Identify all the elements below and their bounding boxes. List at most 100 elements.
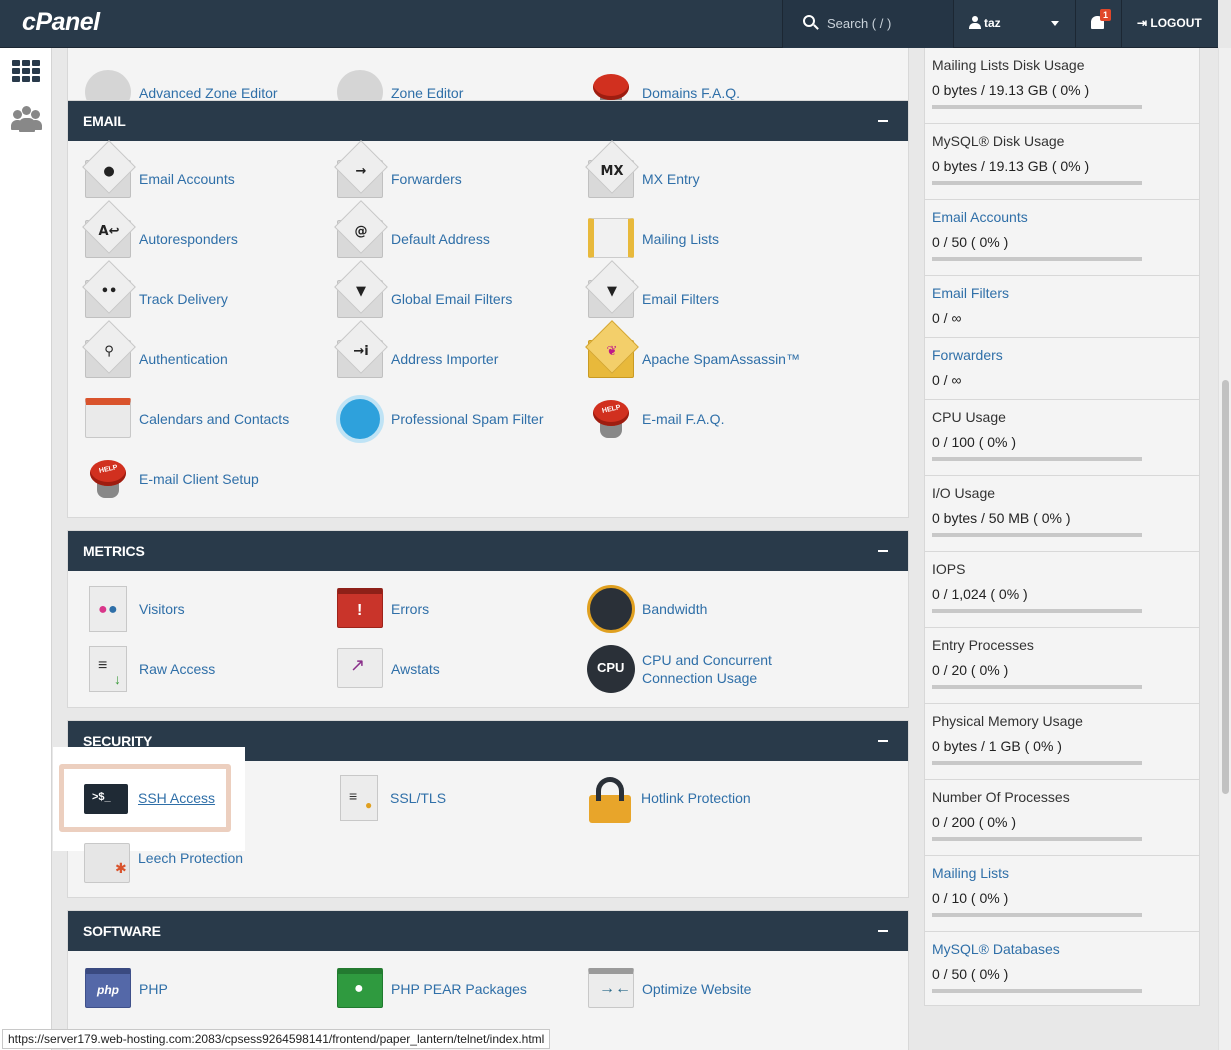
ssl-tls[interactable]: ≡ ● SSL/TLS — [334, 772, 446, 824]
optimize-icon: →← — [588, 968, 634, 1008]
optimize-website-label: Optimize Website — [642, 981, 752, 997]
cpu-concurrent-usage[interactable]: CPU CPU and Concurrent Connection Usage — [586, 643, 792, 695]
bandwidth-gauge-icon — [587, 585, 635, 633]
email-filters[interactable]: ▼ Email Filters — [586, 273, 719, 325]
email-header[interactable]: EMAIL — [68, 101, 908, 141]
mx-entry-icon: MX — [588, 160, 634, 198]
errors[interactable]: ! Errors — [335, 583, 429, 635]
visitors-icon: ● ● — [89, 586, 127, 632]
logout-button[interactable]: ⇥ LOGOUT — [1137, 16, 1202, 30]
email-accounts[interactable]: ● Email Accounts — [83, 153, 235, 205]
address-importer[interactable]: →i Address Importer — [335, 333, 498, 385]
autoresponders-icon: A↩ — [85, 220, 131, 258]
spamassassin-feather-icon: ❦ — [588, 340, 634, 378]
forwarders[interactable]: → Forwarders — [335, 153, 462, 205]
search-box[interactable]: Search ( / ) — [782, 0, 954, 48]
stat-value: 0 bytes / 50 MB ( 0% ) — [932, 510, 1071, 526]
usage-bar — [932, 609, 1142, 613]
leech-protection[interactable]: ✱ Leech Protection — [82, 832, 243, 884]
email-faq-label: E-mail F.A.Q. — [642, 411, 725, 427]
hotlink-protection[interactable]: Hotlink Protection — [585, 772, 751, 824]
notifications-button[interactable]: 1 — [1076, 0, 1122, 48]
notification-badge: 1 — [1100, 9, 1112, 21]
stat-value: 0 / ∞ — [932, 372, 962, 388]
apache-spamassassin[interactable]: ❦ Apache SpamAssassin™ — [586, 333, 800, 385]
email-faq[interactable]: HELP E-mail F.A.Q. — [586, 393, 724, 445]
mx-entry[interactable]: MX MX Entry — [586, 153, 700, 205]
stat-email-filters: Email Filters 0 / ∞ — [925, 276, 1199, 338]
metrics-header[interactable]: METRICS — [68, 531, 908, 571]
mailing-lists-icon — [588, 218, 634, 258]
leech-protection-label: Leech Protection — [138, 850, 244, 866]
php-pear-packages[interactable]: ● PHP PEAR Packages — [335, 963, 527, 1015]
calendars-and-contacts[interactable]: Calendars and Contacts — [83, 393, 289, 445]
track-delivery[interactable]: •• Track Delivery — [83, 273, 228, 325]
email-filters-label: Email Filters — [642, 291, 720, 307]
ssh-access-label: SSH Access — [138, 790, 216, 806]
scrollbar[interactable] — [1218, 48, 1231, 1050]
professional-spam-filter[interactable]: Professional Spam Filter — [335, 393, 544, 445]
hotlink-protection-label: Hotlink Protection — [641, 790, 751, 806]
usage-bar — [932, 257, 1142, 261]
usage-bar — [932, 105, 1142, 109]
usage-bar — [932, 913, 1142, 917]
cpu-concurrent-usage-label: CPU and Concurrent Connection Usage — [642, 652, 772, 686]
collapse-icon[interactable] — [878, 930, 888, 932]
usage-bar — [932, 457, 1142, 461]
software-header[interactable]: SOFTWARE — [68, 911, 908, 951]
email-client-setup[interactable]: HELP E-mail Client Setup — [83, 453, 259, 505]
stat-link[interactable]: Email Filters — [932, 285, 1009, 301]
default-address-icon: @ — [337, 220, 383, 258]
ssh-access[interactable]: >$_ SSH Access — [82, 772, 215, 824]
home-grid-icon[interactable] — [12, 60, 40, 82]
autoresponders[interactable]: A↩ Autoresponders — [83, 213, 238, 265]
stat-forwarders: Forwarders 0 / ∞ — [925, 338, 1199, 400]
authentication-label: Authentication — [139, 351, 228, 367]
collapse-icon[interactable] — [878, 550, 888, 552]
stat-name: Number Of Processes — [932, 789, 1070, 805]
raw-access[interactable]: ≡ ↓ Raw Access — [83, 643, 215, 695]
stat-name: I/O Usage — [932, 485, 996, 501]
collapse-icon[interactable] — [878, 740, 888, 742]
address-importer-label: Address Importer — [391, 351, 499, 367]
default-address[interactable]: @ Default Address — [335, 213, 490, 265]
global-email-filters[interactable]: ▼ Global Email Filters — [335, 273, 512, 325]
users-icon[interactable] — [11, 106, 43, 134]
email-accounts-label: Email Accounts — [139, 171, 235, 187]
stat-value: 0 / 100 ( 0% ) — [932, 434, 1017, 450]
awstats-label: Awstats — [391, 661, 440, 677]
stat-link[interactable]: Email Accounts — [932, 209, 1028, 225]
php[interactable]: php PHP — [83, 963, 168, 1015]
autoresponders-label: Autoresponders — [139, 231, 238, 247]
stat-mysql-disk: MySQL® Disk Usage 0 bytes / 19.13 GB ( 0… — [925, 124, 1199, 200]
scrollbar-thumb[interactable] — [1222, 380, 1229, 794]
mailing-lists[interactable]: Mailing Lists — [586, 213, 719, 265]
logout-icon: ⇥ — [1137, 16, 1151, 30]
bandwidth[interactable]: Bandwidth — [586, 583, 707, 635]
collapse-icon[interactable] — [878, 120, 888, 122]
status-bar-url: https://server179.web-hosting.com:2083/c… — [2, 1029, 551, 1049]
stat-link[interactable]: Forwarders — [932, 347, 1003, 363]
cpanel-logo[interactable]: cPanel — [22, 8, 100, 37]
default-address-label: Default Address — [391, 231, 490, 247]
bandwidth-label: Bandwidth — [642, 601, 708, 617]
stat-name: IOPS — [932, 561, 966, 577]
folder-icon: ✱ — [84, 843, 130, 883]
authentication[interactable]: ⚲ Authentication — [83, 333, 228, 385]
stat-value: 0 / 1,024 ( 0% ) — [932, 586, 1028, 602]
usage-bar — [932, 837, 1142, 841]
track-delivery-icon: •• — [85, 280, 131, 318]
awstats[interactable]: ↗ Awstats — [335, 643, 440, 695]
stat-link[interactable]: Mailing Lists — [932, 865, 1009, 881]
apache-spamassassin-label: Apache SpamAssassin™ — [642, 351, 800, 367]
search-placeholder: Search ( / ) — [827, 16, 892, 31]
filter-icon: ▼ — [588, 280, 634, 318]
user-menu[interactable]: taz — [954, 0, 1076, 48]
stat-link[interactable]: MySQL® Databases — [932, 941, 1060, 957]
chevron-down-icon — [1051, 21, 1059, 26]
optimize-website[interactable]: →← Optimize Website — [586, 963, 751, 1015]
stat-entry-processes: Entry Processes 0 / 20 ( 0% ) — [925, 628, 1199, 704]
visitors[interactable]: ● ● Visitors — [83, 583, 185, 635]
usage-bar — [932, 533, 1142, 537]
stat-mysql-databases: MySQL® Databases 0 / 50 ( 0% ) — [925, 932, 1199, 1006]
